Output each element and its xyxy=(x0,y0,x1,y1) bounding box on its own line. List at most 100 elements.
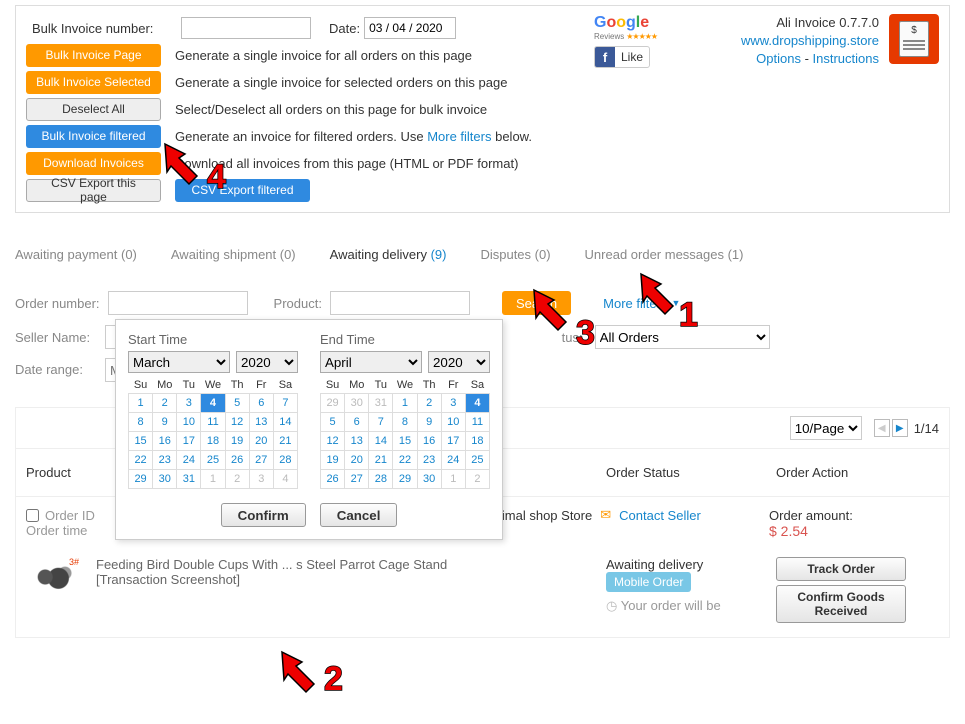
calendar-day[interactable]: 29 xyxy=(393,470,417,489)
calendar-day[interactable]: 20 xyxy=(249,432,273,451)
calendar-day[interactable]: 30 xyxy=(417,470,441,489)
product-title-link[interactable]: Feeding Bird Double Cups With ... s Stee… xyxy=(96,557,447,572)
datepicker-cancel-button[interactable]: Cancel xyxy=(320,503,398,527)
calendar-day[interactable]: 19 xyxy=(225,432,249,451)
calendar-day[interactable]: 26 xyxy=(321,470,345,489)
pager-prev-button[interactable]: ◀ xyxy=(874,419,890,437)
calendar-day[interactable]: 8 xyxy=(393,413,417,432)
tab-unread-messages[interactable]: Unread order messages (1) xyxy=(585,247,744,262)
end-year-select[interactable]: 2020 xyxy=(428,351,490,373)
calendar-day[interactable]: 6 xyxy=(345,413,369,432)
bulk-invoice-page-button[interactable]: Bulk Invoice Page xyxy=(26,44,161,67)
calendar-day[interactable]: 11 xyxy=(201,413,225,432)
pager-next-button[interactable]: ▶ xyxy=(892,419,908,437)
calendar-day[interactable]: 21 xyxy=(273,432,297,451)
calendar-day[interactable]: 4 xyxy=(201,394,225,413)
calendar-day[interactable]: 17 xyxy=(441,432,465,451)
calendar-day[interactable]: 15 xyxy=(129,432,153,451)
status-select[interactable]: All Orders xyxy=(595,325,770,349)
calendar-day[interactable]: 17 xyxy=(177,432,201,451)
calendar-day[interactable]: 26 xyxy=(225,451,249,470)
tab-awaiting-payment[interactable]: Awaiting payment (0) xyxy=(15,247,137,262)
calendar-day[interactable]: 30 xyxy=(153,470,177,489)
tab-disputes[interactable]: Disputes (0) xyxy=(480,247,550,262)
calendar-day[interactable]: 1 xyxy=(129,394,153,413)
calendar-day[interactable]: 27 xyxy=(249,451,273,470)
calendar-day[interactable]: 3 xyxy=(249,470,273,489)
calendar-day[interactable]: 4 xyxy=(273,470,297,489)
calendar-day[interactable]: 3 xyxy=(177,394,201,413)
calendar-day[interactable]: 13 xyxy=(345,432,369,451)
more-filters-toggle[interactable]: More filters ▼ xyxy=(603,296,680,311)
calendar-day[interactable]: 21 xyxy=(369,451,393,470)
calendar-day[interactable]: 25 xyxy=(201,451,225,470)
bulk-invoice-filtered-button[interactable]: Bulk Invoice filtered xyxy=(26,125,161,148)
calendar-day[interactable]: 18 xyxy=(201,432,225,451)
calendar-day[interactable]: 28 xyxy=(369,470,393,489)
calendar-day[interactable]: 16 xyxy=(153,432,177,451)
calendar-day[interactable]: 9 xyxy=(417,413,441,432)
tab-awaiting-shipment[interactable]: Awaiting shipment (0) xyxy=(171,247,296,262)
order-checkbox[interactable] xyxy=(26,509,39,522)
calendar-day[interactable]: 7 xyxy=(369,413,393,432)
store-link[interactable]: www.dropshipping.store xyxy=(741,33,879,48)
csv-export-page-button[interactable]: CSV Export this page xyxy=(26,179,161,202)
start-year-select[interactable]: 2020 xyxy=(236,351,298,373)
calendar-day[interactable]: 2 xyxy=(465,470,489,489)
calendar-day[interactable]: 1 xyxy=(201,470,225,489)
calendar-day[interactable]: 3 xyxy=(441,394,465,413)
calendar-day[interactable]: 16 xyxy=(417,432,441,451)
search-button[interactable]: Search xyxy=(502,291,571,315)
calendar-day[interactable]: 23 xyxy=(153,451,177,470)
calendar-day[interactable]: 28 xyxy=(273,451,297,470)
bulk-invoice-selected-button[interactable]: Bulk Invoice Selected xyxy=(26,71,161,94)
calendar-day[interactable]: 29 xyxy=(321,394,345,413)
calendar-day[interactable]: 10 xyxy=(177,413,201,432)
confirm-goods-button[interactable]: Confirm Goods Received xyxy=(776,585,906,623)
calendar-day[interactable]: 12 xyxy=(225,413,249,432)
calendar-day[interactable]: 2 xyxy=(153,394,177,413)
transaction-screenshot[interactable]: [Transaction Screenshot] xyxy=(96,572,240,587)
options-link[interactable]: Options xyxy=(756,51,801,66)
deselect-all-button[interactable]: Deselect All xyxy=(26,98,161,121)
calendar-day[interactable]: 14 xyxy=(369,432,393,451)
calendar-day[interactable]: 4 xyxy=(465,394,489,413)
calendar-day[interactable]: 22 xyxy=(393,451,417,470)
calendar-day[interactable]: 11 xyxy=(465,413,489,432)
csv-export-filtered-button[interactable]: CSV Export filtered xyxy=(175,179,310,202)
calendar-day[interactable]: 25 xyxy=(465,451,489,470)
calendar-day[interactable]: 6 xyxy=(249,394,273,413)
calendar-day[interactable]: 12 xyxy=(321,432,345,451)
datepicker-confirm-button[interactable]: Confirm xyxy=(221,503,306,527)
calendar-day[interactable]: 1 xyxy=(441,470,465,489)
calendar-day[interactable]: 23 xyxy=(417,451,441,470)
track-order-button[interactable]: Track Order xyxy=(776,557,906,581)
start-month-select[interactable]: March xyxy=(128,351,230,373)
calendar-day[interactable]: 1 xyxy=(393,394,417,413)
more-filters-inline-link[interactable]: More filters xyxy=(427,129,491,144)
calendar-day[interactable]: 18 xyxy=(465,432,489,451)
calendar-day[interactable]: 19 xyxy=(321,451,345,470)
download-invoices-button[interactable]: Download Invoices xyxy=(26,152,161,175)
calendar-day[interactable]: 31 xyxy=(369,394,393,413)
instructions-link[interactable]: Instructions xyxy=(813,51,879,66)
calendar-day[interactable]: 24 xyxy=(177,451,201,470)
end-month-select[interactable]: April xyxy=(320,351,422,373)
calendar-day[interactable]: 2 xyxy=(225,470,249,489)
calendar-day[interactable]: 14 xyxy=(273,413,297,432)
bulk-date-input[interactable] xyxy=(364,17,456,39)
calendar-day[interactable]: 24 xyxy=(441,451,465,470)
calendar-day[interactable]: 27 xyxy=(345,470,369,489)
calendar-day[interactable]: 5 xyxy=(225,394,249,413)
calendar-day[interactable]: 31 xyxy=(177,470,201,489)
calendar-day[interactable]: 2 xyxy=(417,394,441,413)
calendar-day[interactable]: 30 xyxy=(345,394,369,413)
facebook-like-button[interactable]: f Like xyxy=(594,46,650,68)
order-number-input[interactable] xyxy=(108,291,248,315)
product-thumbnail[interactable]: 3# xyxy=(26,557,81,597)
google-logo[interactable]: Google xyxy=(594,14,657,32)
product-input[interactable] xyxy=(330,291,470,315)
tab-awaiting-delivery[interactable]: Awaiting delivery (9) xyxy=(330,247,447,262)
calendar-day[interactable]: 10 xyxy=(441,413,465,432)
calendar-day[interactable]: 5 xyxy=(321,413,345,432)
